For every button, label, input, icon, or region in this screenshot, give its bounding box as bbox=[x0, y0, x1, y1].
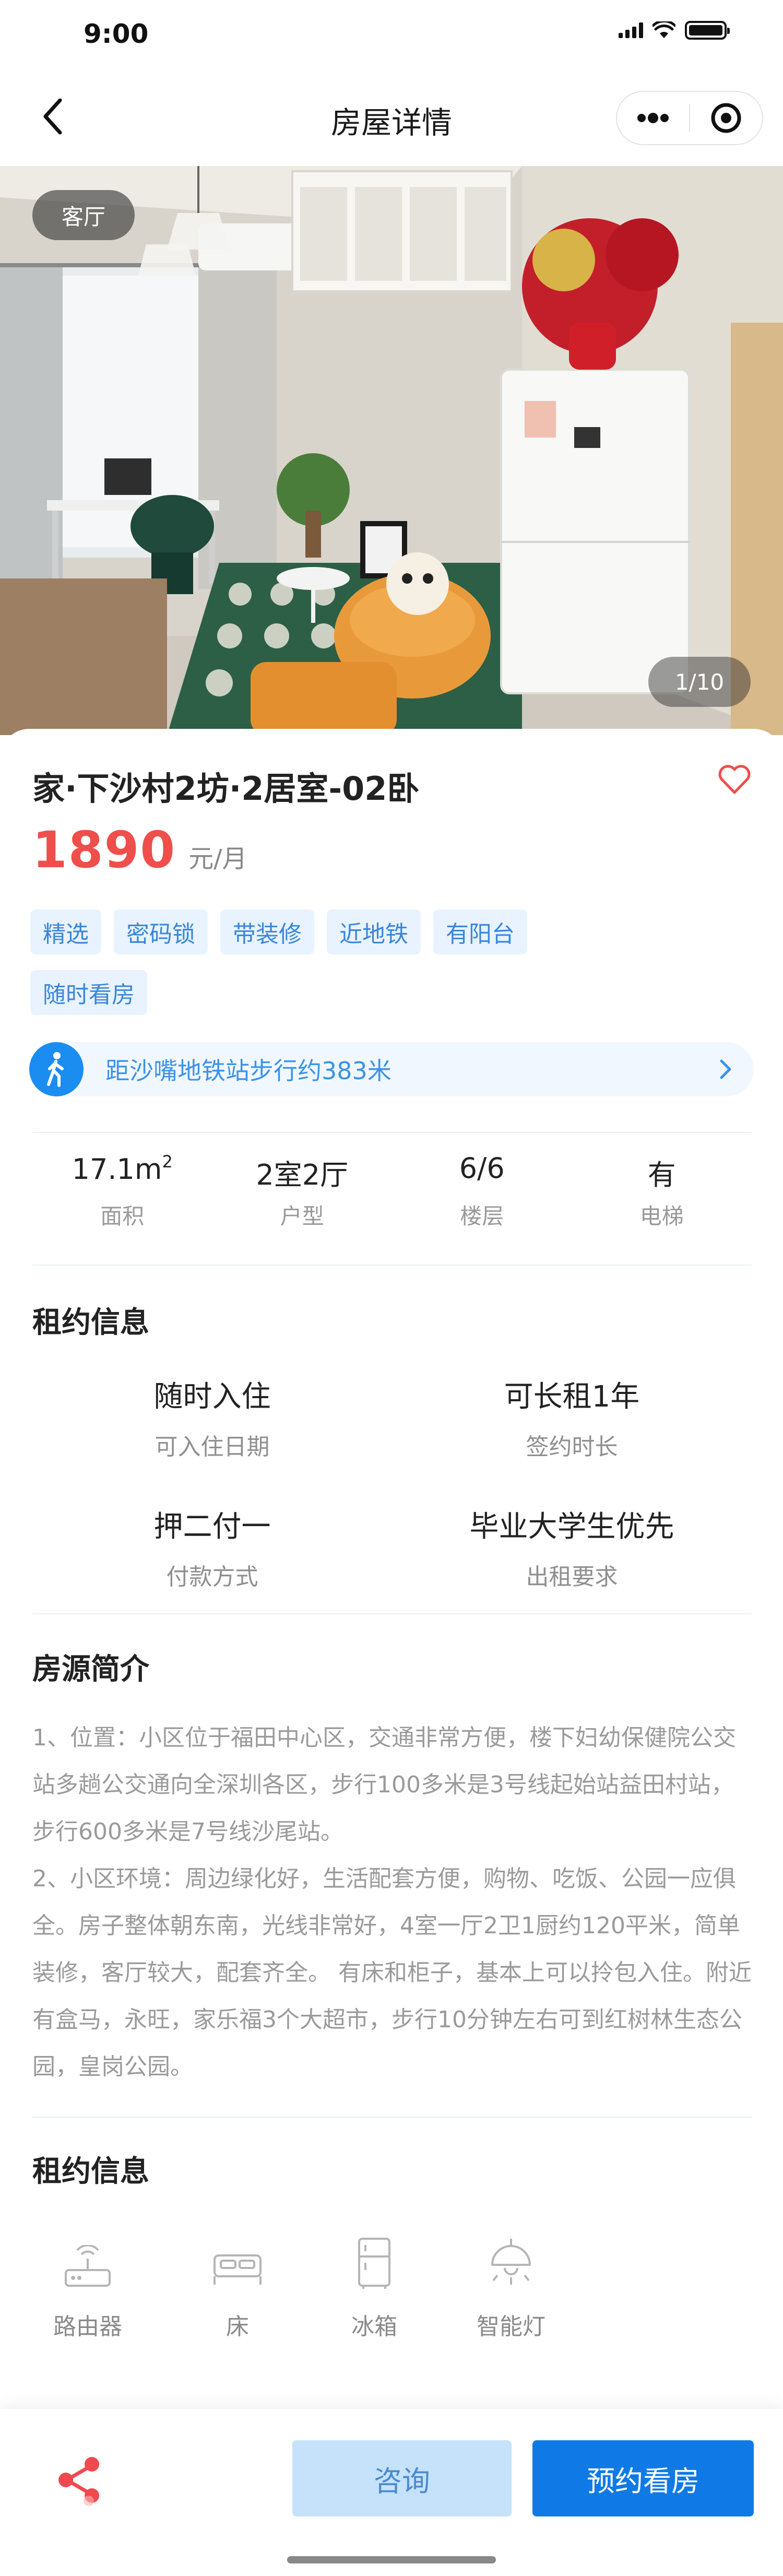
tag: 近地铁 bbox=[327, 909, 421, 954]
divider bbox=[32, 2117, 752, 2118]
target-icon bbox=[711, 103, 741, 133]
stat-value: 有 bbox=[647, 1159, 676, 1191]
stat-area: 17.1m2 面积 bbox=[32, 1152, 212, 1231]
status-bar: 9:00 bbox=[0, 0, 783, 67]
lease-value: 押二付一 bbox=[153, 1510, 271, 1544]
stat-unit-sup: 2 bbox=[162, 1152, 173, 1172]
tag: 随时看房 bbox=[30, 970, 147, 1015]
facility-item: 路由器 bbox=[32, 2226, 169, 2341]
lease-value: 可长租1年 bbox=[504, 1380, 640, 1414]
share-button[interactable] bbox=[52, 2451, 110, 2508]
share-icon bbox=[58, 2457, 99, 2506]
description-paragraph: 1、位置：小区位于福田中心区，交通非常方便，楼下妇幼保健院公交站多趟公交通向全深… bbox=[32, 1724, 736, 1845]
stat-floor: 6/6 楼层 bbox=[392, 1152, 572, 1231]
facility-list: 路由器 床 冰箱 智能灯 bbox=[32, 2226, 579, 2341]
stat-label: 楼层 bbox=[460, 1203, 504, 1229]
consult-button[interactable]: 咨询 bbox=[292, 2440, 512, 2516]
lease-label: 出租要求 bbox=[526, 1564, 618, 1590]
smart-lamp-icon bbox=[491, 2239, 531, 2285]
tag: 精选 bbox=[30, 909, 101, 954]
tag-list: 精选 密码锁 带装修 近地铁 有阳台 随时看房 bbox=[30, 909, 531, 1015]
favorite-button[interactable] bbox=[716, 761, 753, 798]
stat-elevator: 有 电梯 bbox=[572, 1152, 752, 1231]
chevron-right-icon bbox=[720, 1059, 731, 1079]
status-icons bbox=[619, 21, 730, 40]
room-photo[interactable]: 客厅 1/10 bbox=[0, 166, 783, 735]
close-mini-program-button[interactable] bbox=[690, 92, 762, 144]
lease-info-grid: 随时入住 可入住日期 可长租1年 签约时长 押二付一 付款方式 毕业大学生优先 … bbox=[32, 1373, 752, 1591]
stat-label: 电梯 bbox=[639, 1203, 684, 1229]
stat-value: 6/6 bbox=[459, 1152, 505, 1185]
walking-person-icon bbox=[29, 1042, 84, 1096]
stat-value: 2室2厅 bbox=[256, 1159, 349, 1191]
more-button[interactable] bbox=[617, 92, 689, 144]
lease-label: 付款方式 bbox=[166, 1564, 258, 1590]
status-time: 9:00 bbox=[84, 19, 149, 49]
description-text: 1、位置：小区位于福田中心区，交通非常方便，楼下妇幼保健院公交站多趟公交通向全深… bbox=[32, 1715, 753, 2090]
wifi-icon bbox=[652, 21, 675, 38]
cellular-signal-icon bbox=[619, 22, 643, 38]
tag: 密码锁 bbox=[114, 909, 208, 954]
facility-label: 路由器 bbox=[53, 2313, 122, 2340]
tag: 有阳台 bbox=[433, 909, 527, 954]
description-paragraph: 2、小区环境：周边绿化好，生活配套方便，购物、吃饭、公园一应俱全。房子整体朝东南… bbox=[32, 1865, 752, 2080]
router-icon bbox=[65, 2245, 111, 2287]
price-value: 1890 bbox=[32, 821, 176, 879]
photo-counter: 1/10 bbox=[648, 657, 751, 707]
battery-icon bbox=[685, 21, 730, 40]
facility-item: 智能灯 bbox=[443, 2226, 579, 2341]
lease-item: 押二付一 付款方式 bbox=[32, 1503, 392, 1591]
lease-item: 可长租1年 签约时长 bbox=[392, 1373, 752, 1461]
more-dots-icon bbox=[637, 113, 669, 123]
bed-icon bbox=[213, 2254, 262, 2285]
facility-item: 床 bbox=[169, 2226, 306, 2341]
bottom-action-bar: 咨询 预约看房 bbox=[0, 2409, 783, 2576]
lease-value: 随时入住 bbox=[153, 1380, 271, 1414]
divider bbox=[32, 1265, 752, 1266]
stat-label: 面积 bbox=[100, 1203, 145, 1229]
living-room-image bbox=[0, 166, 783, 735]
facility-item: 冰箱 bbox=[306, 2226, 443, 2341]
detail-card: 家·下沙村2坊·2居室-02卧 1890 元/月 精选 密码锁 带装修 近地铁 … bbox=[0, 729, 783, 2389]
facility-label: 床 bbox=[226, 2313, 249, 2340]
divider bbox=[32, 1132, 752, 1133]
divider bbox=[32, 1613, 752, 1614]
stat-label: 户型 bbox=[280, 1203, 324, 1229]
lease-item: 毕业大学生优先 出租要求 bbox=[392, 1503, 752, 1591]
property-stats: 17.1m2 面积 2室2厅 户型 6/6 楼层 有 电梯 bbox=[32, 1152, 752, 1231]
listing-title: 家·下沙村2坊·2居室-02卧 bbox=[32, 770, 420, 808]
facilities-title: 租约信息 bbox=[32, 2155, 149, 2189]
stat-layout: 2室2厅 户型 bbox=[212, 1152, 393, 1231]
book-viewing-button[interactable]: 预约看房 bbox=[532, 2440, 754, 2516]
lease-label: 签约时长 bbox=[526, 1434, 618, 1460]
heart-icon bbox=[718, 765, 751, 794]
facility-label: 冰箱 bbox=[351, 2313, 397, 2340]
home-indicator bbox=[287, 2556, 496, 2563]
lease-info-title: 租约信息 bbox=[32, 1306, 149, 1340]
lease-value: 毕业大学生优先 bbox=[469, 1510, 674, 1544]
metro-distance-text: 距沙嘴地铁站步行约383米 bbox=[105, 1057, 392, 1085]
fridge-icon bbox=[358, 2238, 390, 2289]
price-unit: 元/月 bbox=[188, 844, 247, 873]
photo-room-label: 客厅 bbox=[32, 190, 135, 240]
price: 1890 元/月 bbox=[32, 821, 247, 879]
stat-value: 17.1m bbox=[72, 1153, 162, 1186]
metro-distance-row[interactable]: 距沙嘴地铁站步行约383米 bbox=[29, 1042, 754, 1096]
lease-item: 随时入住 可入住日期 bbox=[32, 1373, 392, 1461]
lease-label: 可入住日期 bbox=[155, 1434, 270, 1460]
nav-bar: 房屋详情 bbox=[0, 67, 783, 166]
description-title: 房源简介 bbox=[32, 1652, 149, 1686]
mini-program-capsule bbox=[616, 91, 763, 145]
facility-label: 智能灯 bbox=[477, 2313, 545, 2340]
tag: 带装修 bbox=[220, 909, 314, 954]
